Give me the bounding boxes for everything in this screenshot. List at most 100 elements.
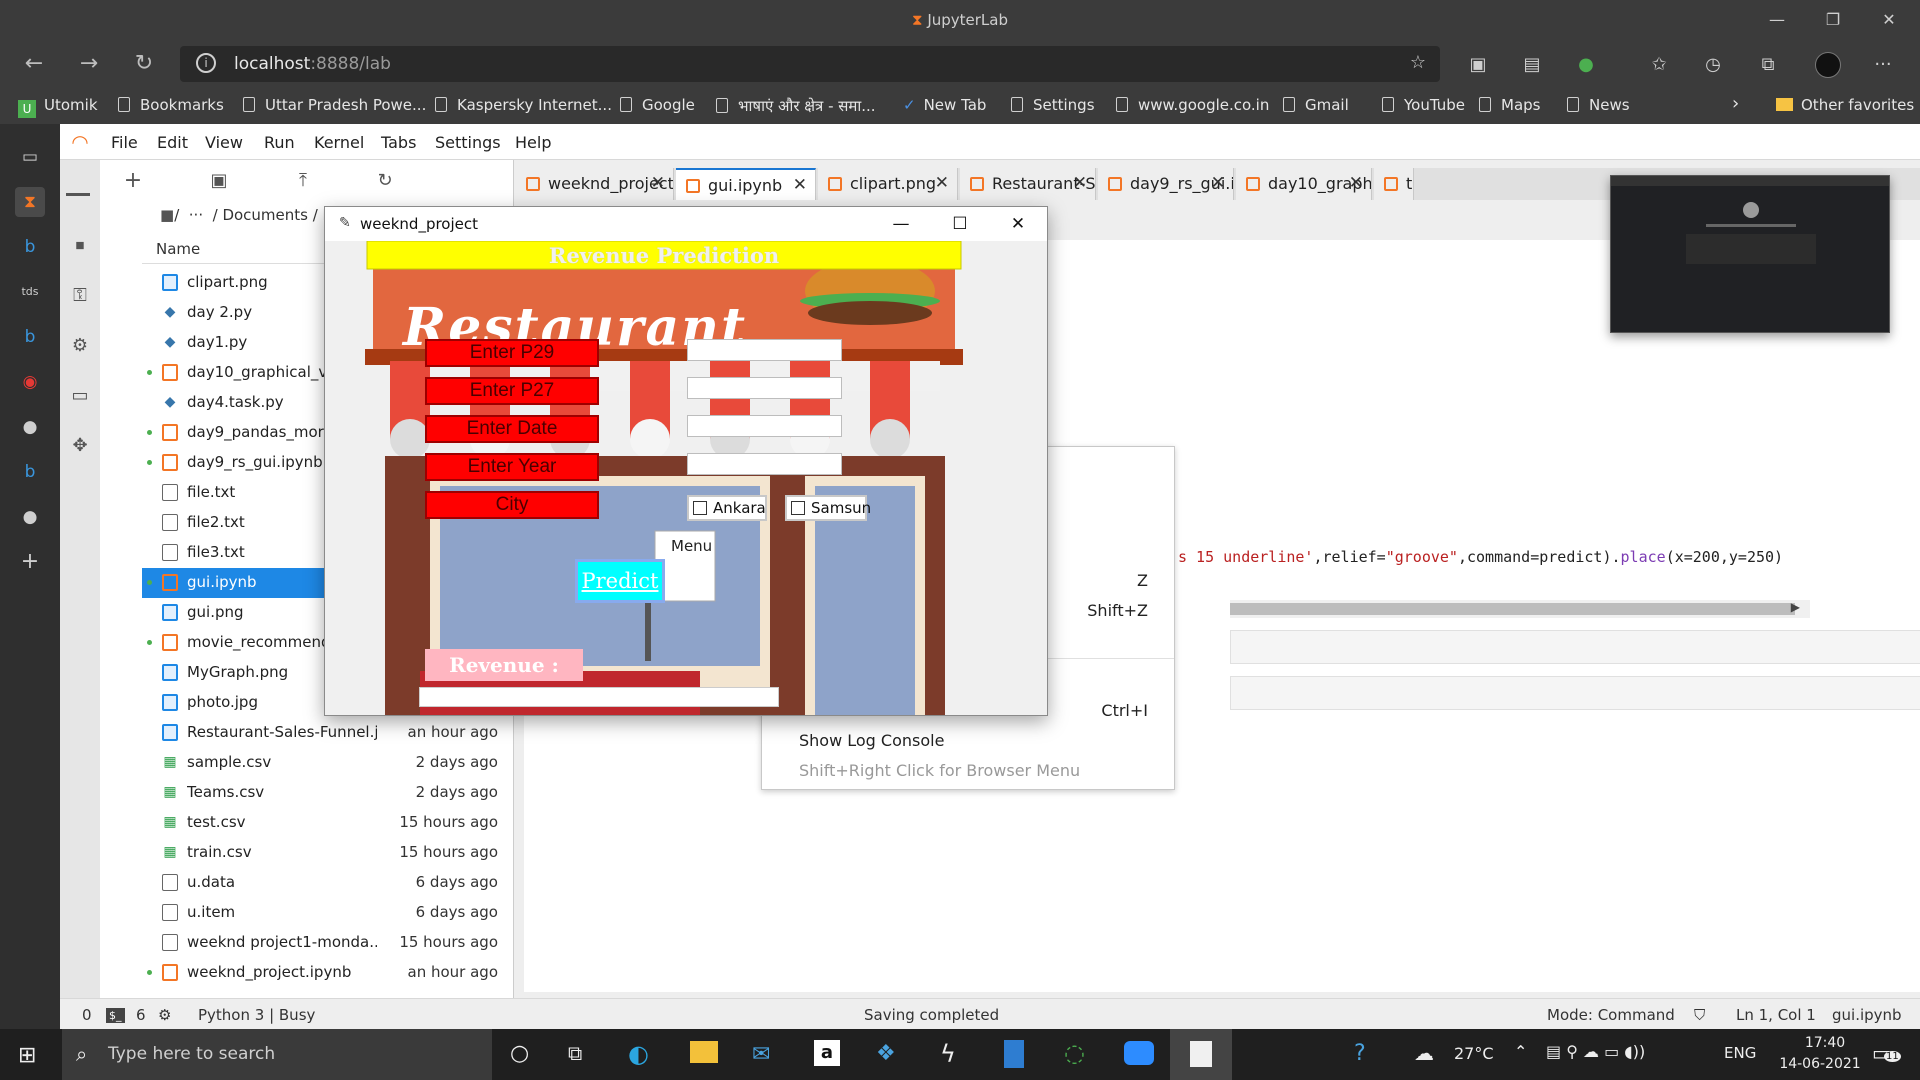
history-icon[interactable]: ◷ bbox=[1700, 52, 1726, 78]
p29-entry[interactable] bbox=[687, 339, 842, 361]
menu-settings[interactable]: Settings bbox=[435, 133, 501, 152]
collections-icon[interactable]: ⧉ bbox=[1755, 52, 1781, 78]
file-row[interactable]: ▦ train.csv 15 hours ago bbox=[142, 838, 514, 868]
menu-help[interactable]: Help bbox=[515, 133, 551, 152]
tab-close-icon[interactable]: ✕ bbox=[1211, 173, 1225, 193]
refresh-icon[interactable]: ↻ bbox=[128, 48, 160, 80]
file-row[interactable]: ▦ Teams.csv 2 days ago bbox=[142, 778, 514, 808]
clock-date[interactable]: 14-06-2021 bbox=[1770, 1056, 1870, 1072]
chrome-icon[interactable]: ◉ bbox=[15, 367, 45, 397]
year-entry[interactable] bbox=[687, 453, 842, 475]
date-entry[interactable] bbox=[687, 415, 842, 437]
tab-close-icon[interactable]: ✕ bbox=[935, 173, 949, 193]
city-button[interactable]: City bbox=[425, 491, 599, 519]
tk-minimize-icon[interactable]: — bbox=[881, 211, 921, 237]
profile-avatar[interactable] bbox=[1815, 52, 1841, 78]
scrollbar-thumb[interactable] bbox=[1230, 603, 1795, 615]
document-tab[interactable]: gui.ipynb ✕ bbox=[676, 168, 816, 200]
file-row[interactable]: ▦ test.csv 15 hours ago bbox=[142, 808, 514, 838]
tray-icons[interactable]: ▤ ⚲ ☁ ▭ ◖)) bbox=[1546, 1042, 1645, 1061]
active-app-slot[interactable] bbox=[1170, 1029, 1232, 1080]
bing-icon[interactable]: b bbox=[15, 322, 45, 352]
back-icon[interactable]: ← bbox=[18, 48, 50, 80]
folder-icon[interactable] bbox=[66, 178, 90, 196]
menu-tabs[interactable]: Tabs bbox=[381, 133, 416, 152]
extension-icon[interactable]: ▤ bbox=[1519, 52, 1545, 78]
temperature[interactable]: 27°C bbox=[1454, 1044, 1494, 1063]
document-tab[interactable]: weeknd_project ✕ bbox=[516, 168, 674, 200]
restore-icon[interactable]: ❐ bbox=[1813, 6, 1853, 34]
bookmark-item[interactable]: ✓ New Tab bbox=[903, 96, 986, 114]
scroll-right-icon[interactable]: ▶ bbox=[1791, 600, 1800, 614]
file-row[interactable]: u.item 6 days ago bbox=[142, 898, 514, 928]
upload-icon[interactable]: ⤒ bbox=[288, 168, 318, 194]
url-input[interactable]: i localhost:8888/lab ☆ bbox=[180, 46, 1440, 82]
minimize-icon[interactable]: — bbox=[1757, 6, 1797, 34]
cursor-position[interactable]: Ln 1, Col 1 bbox=[1736, 1006, 1816, 1024]
notifications-icon[interactable]: ▭ 11 bbox=[1872, 1041, 1901, 1065]
jupyter-tab-icon[interactable]: ⧗ bbox=[15, 187, 45, 217]
file-row[interactable]: Restaurant-Sales-Funnel.j... an hour ago bbox=[142, 718, 514, 748]
document-tab[interactable]: clipart.png ✕ bbox=[818, 168, 958, 200]
bookmark-item[interactable]: News bbox=[1567, 96, 1630, 114]
revenue-output[interactable] bbox=[419, 687, 779, 707]
enter-p27-button[interactable]: Enter P27 bbox=[425, 377, 599, 405]
clock-time[interactable]: 17:40 bbox=[1790, 1035, 1860, 1051]
document-tab[interactable]: day9_rs_gui.ipy✕ bbox=[1098, 168, 1234, 200]
tds-icon[interactable]: tds bbox=[15, 277, 45, 307]
bookmark-item[interactable]: Uttar Pradesh Powe... bbox=[243, 96, 426, 114]
tray-chevron-icon[interactable]: ⌃ bbox=[1514, 1042, 1527, 1061]
info-icon[interactable]: i bbox=[196, 53, 216, 73]
tk-maximize-icon[interactable]: ☐ bbox=[940, 211, 980, 237]
bookmark-item[interactable]: भाषाएं और क्षेत्र - समा... bbox=[716, 96, 876, 116]
bookmark-item[interactable]: Kaspersky Internet... bbox=[435, 96, 612, 114]
app-icon[interactable]: ◌ bbox=[1064, 1039, 1085, 1067]
bookmark-item[interactable]: Gmail bbox=[1283, 96, 1349, 114]
running-icon[interactable]: ⏹ bbox=[66, 232, 94, 260]
github-icon[interactable]: ● bbox=[15, 502, 45, 532]
name-column-header[interactable]: Name bbox=[156, 240, 200, 258]
kernel-status[interactable]: Python 3 | Busy bbox=[198, 1006, 315, 1024]
menu-edit[interactable]: Edit bbox=[157, 133, 188, 152]
tk-close-icon[interactable]: ✕ bbox=[998, 211, 1038, 237]
weather-icon[interactable]: ☁ bbox=[1414, 1041, 1434, 1065]
file-row[interactable]: ▦ sample.csv 2 days ago bbox=[142, 748, 514, 778]
bookmark-item[interactable]: Settings bbox=[1011, 96, 1095, 114]
mail-icon[interactable]: ✉ bbox=[752, 1042, 770, 1067]
samsun-checkbox[interactable]: Samsun bbox=[785, 495, 871, 521]
predict-button[interactable]: Predict bbox=[575, 559, 665, 603]
new-launcher-icon[interactable]: + bbox=[118, 168, 148, 194]
menu-file[interactable]: File bbox=[111, 133, 138, 152]
amazon-icon[interactable]: a bbox=[814, 1040, 840, 1066]
tab-close-icon[interactable]: ✕ bbox=[793, 175, 807, 195]
language-indicator[interactable]: ENG bbox=[1724, 1044, 1756, 1062]
bookmark-item[interactable]: www.google.co.in bbox=[1116, 96, 1269, 114]
bing-icon[interactable]: b bbox=[15, 232, 45, 262]
favorites-icon[interactable]: ✩ bbox=[1646, 52, 1672, 78]
tab-actions-icon[interactable]: ▭ bbox=[15, 142, 45, 172]
file-row[interactable]: weeknd project1-monda... 15 hours ago bbox=[142, 928, 514, 958]
tabs-icon[interactable]: ▭ bbox=[66, 382, 94, 410]
github-icon[interactable]: ● bbox=[15, 412, 45, 442]
edge-taskbar-icon[interactable]: ◐ bbox=[628, 1040, 649, 1068]
status-six[interactable]: 6 bbox=[136, 1006, 146, 1024]
new-folder-icon[interactable]: ▣ bbox=[204, 168, 234, 194]
chevron-right-icon[interactable]: › bbox=[1732, 93, 1739, 114]
help-icon[interactable]: ? bbox=[1354, 1041, 1366, 1066]
enter-date-button[interactable]: Enter Date bbox=[425, 415, 599, 443]
task-view-icon[interactable]: ⧉ bbox=[568, 1041, 582, 1065]
extension-puzzle-icon[interactable]: ✥ bbox=[66, 432, 94, 460]
breadcrumb[interactable]: ■/ ··· / Documents / Lea bbox=[160, 206, 349, 224]
bookmark-item[interactable]: Maps bbox=[1479, 96, 1540, 114]
file-explorer-icon[interactable] bbox=[690, 1041, 718, 1063]
extension-icon[interactable]: ▣ bbox=[1465, 52, 1491, 78]
file-row[interactable]: weeknd_project.ipynb an hour ago bbox=[142, 958, 514, 988]
zoom-icon[interactable] bbox=[1124, 1041, 1154, 1065]
windows-start-icon[interactable]: ⊞ bbox=[18, 1043, 36, 1068]
ankara-checkbox[interactable]: Ankara bbox=[687, 495, 767, 521]
bookmark-item[interactable]: Google bbox=[620, 96, 695, 114]
menu-run[interactable]: Run bbox=[264, 133, 295, 152]
bookmark-other-favorites[interactable]: Other favorites bbox=[1776, 96, 1914, 114]
cortana-icon[interactable]: ○ bbox=[510, 1041, 529, 1066]
status-zero[interactable]: 0 bbox=[82, 1006, 92, 1024]
